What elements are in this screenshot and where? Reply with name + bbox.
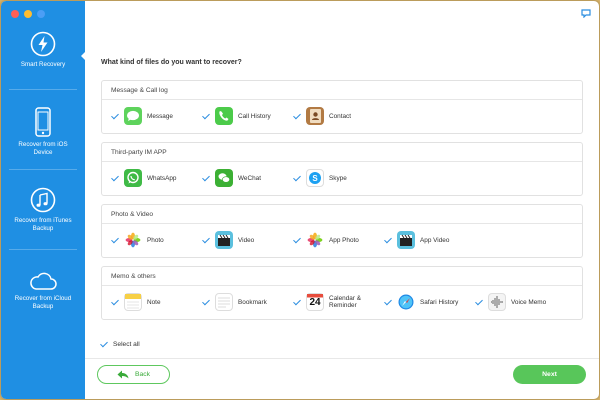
minimize-window-button[interactable] bbox=[24, 10, 32, 18]
checkbox[interactable] bbox=[111, 236, 120, 245]
calendar-icon: 24 bbox=[306, 293, 324, 311]
sidebar-item-itunes-backup[interactable]: Recover from iTunes Backup bbox=[1, 187, 85, 233]
group-photo-video: Photo & Video Photo Video App Photo App … bbox=[101, 204, 583, 258]
option-calendar-reminder[interactable]: 24 Calendar & Reminder bbox=[293, 292, 367, 312]
next-button[interactable]: Next bbox=[513, 365, 586, 384]
app-window: Smart Recovery Recover from iOS Device R… bbox=[1, 1, 599, 399]
select-all-checkbox[interactable] bbox=[100, 340, 109, 349]
sidebar-divider bbox=[9, 89, 77, 90]
close-window-button[interactable] bbox=[11, 10, 19, 18]
option-call-history[interactable]: Call History bbox=[202, 106, 271, 126]
footer-divider bbox=[85, 358, 599, 359]
calendar-day: 24 bbox=[309, 297, 321, 308]
sidebar-item-label: Recover from iTunes Backup bbox=[14, 217, 72, 232]
group-title: Third-party IM APP bbox=[102, 143, 582, 162]
option-app-video[interactable]: App Video bbox=[384, 230, 449, 250]
sidebar-divider bbox=[9, 169, 77, 170]
music-note-icon bbox=[30, 187, 56, 213]
option-video[interactable]: Video bbox=[202, 230, 254, 250]
group-third-party-im: Third-party IM APP WhatsApp WeChat S Sky… bbox=[101, 142, 583, 196]
whatsapp-icon bbox=[124, 169, 142, 187]
checkbox[interactable] bbox=[384, 236, 393, 245]
checkbox[interactable] bbox=[475, 298, 484, 307]
main-panel: What kind of files do you want to recove… bbox=[85, 1, 599, 399]
option-photo[interactable]: Photo bbox=[111, 230, 164, 250]
checkbox[interactable] bbox=[384, 298, 393, 307]
option-whatsapp[interactable]: WhatsApp bbox=[111, 168, 176, 188]
checkbox[interactable] bbox=[202, 236, 211, 245]
clapperboard-icon bbox=[215, 231, 233, 249]
checkbox[interactable] bbox=[293, 112, 302, 121]
lightning-icon bbox=[30, 31, 56, 57]
option-bookmark[interactable]: Bookmark bbox=[202, 292, 267, 312]
option-safari-history[interactable]: Safari History bbox=[384, 292, 458, 312]
contacts-icon bbox=[306, 107, 324, 125]
maximize-window-button[interactable] bbox=[37, 10, 45, 18]
group-items: Note Bookmark 24 Calendar & Reminder Saf… bbox=[102, 286, 582, 319]
group-title: Memo & others bbox=[102, 267, 582, 286]
sidebar-item-label: Recover from iCloud Backup bbox=[14, 295, 72, 310]
window-controls bbox=[11, 10, 45, 18]
checkbox[interactable] bbox=[202, 112, 211, 121]
option-app-photo[interactable]: App Photo bbox=[293, 230, 359, 250]
group-items: Message Call History Contact bbox=[102, 100, 582, 133]
option-wechat[interactable]: WeChat bbox=[202, 168, 261, 188]
checkbox[interactable] bbox=[293, 298, 302, 307]
sidebar-item-ios-device[interactable]: Recover from iOS Device bbox=[1, 107, 85, 157]
page-question: What kind of files do you want to recove… bbox=[101, 59, 242, 66]
phone-icon bbox=[215, 107, 233, 125]
skype-icon: S bbox=[306, 169, 324, 187]
notes-icon bbox=[124, 293, 142, 311]
bookmark-icon bbox=[215, 293, 233, 311]
sidebar-item-label: Recover from iOS Device bbox=[18, 141, 68, 156]
checkbox[interactable] bbox=[293, 236, 302, 245]
back-arrow-icon bbox=[117, 370, 129, 379]
sidebar-item-icloud-backup[interactable]: Recover from iCloud Backup bbox=[1, 271, 85, 311]
group-title: Message & Call log bbox=[102, 81, 582, 100]
safari-icon bbox=[397, 293, 415, 311]
cloud-icon bbox=[30, 272, 57, 290]
sidebar: Smart Recovery Recover from iOS Device R… bbox=[1, 1, 86, 399]
option-note[interactable]: Note bbox=[111, 292, 161, 312]
sidebar-item-label: Smart Recovery bbox=[20, 61, 66, 68]
group-message-call-log: Message & Call log Message Call History bbox=[101, 80, 583, 134]
checkbox[interactable] bbox=[111, 112, 120, 121]
clapperboard-icon bbox=[397, 231, 415, 249]
group-items: Photo Video App Photo App Video bbox=[102, 224, 582, 257]
iphone-icon bbox=[35, 107, 51, 137]
photos-icon bbox=[306, 231, 324, 249]
checkbox[interactable] bbox=[111, 174, 120, 183]
select-all-option[interactable]: Select all bbox=[100, 340, 140, 349]
back-button[interactable]: Back bbox=[97, 365, 170, 384]
checkbox[interactable] bbox=[202, 298, 211, 307]
svg-text:S: S bbox=[312, 174, 318, 183]
option-message[interactable]: Message bbox=[111, 106, 173, 126]
sidebar-divider bbox=[9, 249, 77, 250]
checkbox[interactable] bbox=[111, 298, 120, 307]
feedback-icon[interactable] bbox=[581, 9, 591, 18]
group-title: Photo & Video bbox=[102, 205, 582, 224]
message-icon bbox=[124, 107, 142, 125]
voice-memo-icon bbox=[488, 293, 506, 311]
checkbox[interactable] bbox=[293, 174, 302, 183]
option-voice-memo[interactable]: Voice Memo bbox=[475, 292, 546, 312]
wechat-icon bbox=[215, 169, 233, 187]
group-memo-others: Memo & others Note Bookmark 24 Calendar … bbox=[101, 266, 583, 320]
group-items: WhatsApp WeChat S Skype bbox=[102, 162, 582, 195]
sidebar-item-smart-recovery[interactable]: Smart Recovery bbox=[1, 31, 86, 69]
photos-icon bbox=[124, 231, 142, 249]
option-skype[interactable]: S Skype bbox=[293, 168, 347, 188]
option-contact[interactable]: Contact bbox=[293, 106, 351, 126]
checkbox[interactable] bbox=[202, 174, 211, 183]
